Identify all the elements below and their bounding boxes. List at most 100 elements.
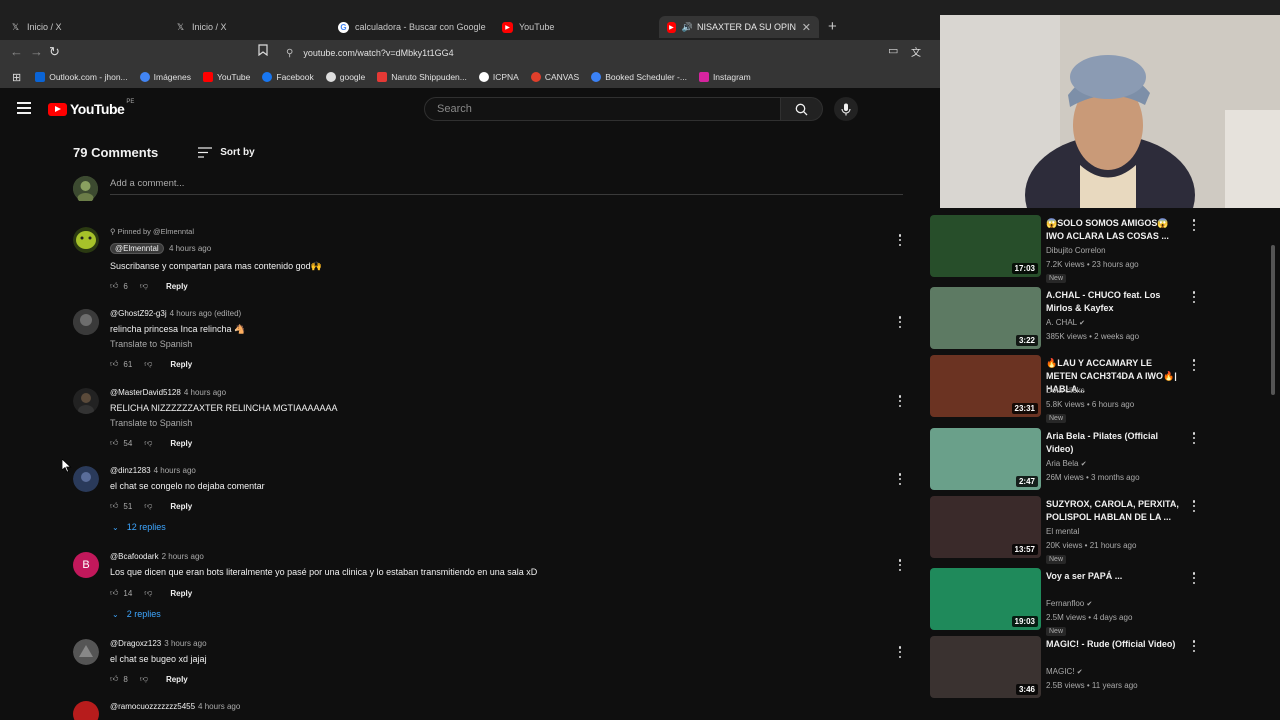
video-more-icon[interactable] <box>1192 219 1196 231</box>
translate-icon[interactable]: 文 <box>911 44 921 59</box>
video-channel[interactable]: A. CHAL ✔ <box>1046 318 1085 327</box>
search-button[interactable] <box>781 97 823 121</box>
tab-inicio-x-1[interactable]: 𝕏 Inicio / X <box>10 16 160 38</box>
comment-more-icon[interactable] <box>895 315 905 329</box>
video-channel[interactable]: Dota clicks <box>1046 386 1085 395</box>
tab-inicio-x-2[interactable]: 𝕏 Inicio / X <box>175 16 325 38</box>
video-channel[interactable]: El mental <box>1046 527 1079 536</box>
back-arrow-icon[interactable]: ← <box>10 44 23 59</box>
comment-more-icon[interactable] <box>895 233 905 247</box>
translate-link[interactable]: Translate to Spanish <box>110 339 192 349</box>
bookmark-google[interactable]: google <box>325 72 365 82</box>
video-channel[interactable]: Fernanfloo ✔ <box>1046 599 1092 608</box>
comment-author[interactable]: @Dragoxz123 <box>110 639 161 648</box>
reply-button[interactable]: Reply <box>166 282 188 291</box>
youtube-logo[interactable]: YouTube PE <box>48 99 134 117</box>
recommended-video[interactable]: 3:22 A.CHAL - CHUCO feat. Los Mirlos & Ka… <box>930 287 1275 351</box>
sort-by-button[interactable]: Sort by <box>198 147 255 158</box>
tab-youtube[interactable]: ▶ YouTube <box>502 16 652 38</box>
recommended-video[interactable]: 2:47 Aria Bela - Pilates (Official Video)… <box>930 428 1275 492</box>
like-icon[interactable]: 👍︎ <box>110 359 118 369</box>
comment-author[interactable]: @GhostZ92-g3j <box>110 309 167 318</box>
video-thumbnail[interactable]: 3:46 <box>930 636 1041 698</box>
video-more-icon[interactable] <box>1192 432 1196 444</box>
like-icon[interactable]: 👍︎ <box>110 588 118 598</box>
comment-author[interactable]: @dinz1283 <box>110 466 151 475</box>
close-tab-icon[interactable]: ✕ <box>802 21 811 34</box>
reply-button[interactable]: Reply <box>166 675 188 684</box>
tab-google-search[interactable]: Gcalculadora - Buscar con Google <box>338 16 488 38</box>
like-icon[interactable]: 👍︎ <box>110 438 118 448</box>
bookmark-booked[interactable]: Booked Scheduler -... <box>591 72 687 82</box>
avatar[interactable] <box>73 639 99 665</box>
video-channel[interactable]: MAGIC! ✔ <box>1046 667 1083 676</box>
tab-active-video[interactable]: ▶ 🔊 NISAXTER DA SU OPINIÓN S ✕ <box>659 16 819 38</box>
dislike-icon[interactable]: 👎︎ <box>144 438 152 448</box>
view-replies-button[interactable]: ⌄ 12 replies <box>110 522 166 532</box>
bookmark-youtube[interactable]: YouTube <box>202 72 250 82</box>
video-title[interactable]: 😱SOLO SOMOS AMIGOS😱 IWO ACLARA LAS COSAS… <box>1046 217 1186 243</box>
like-icon[interactable]: 👍︎ <box>110 501 118 511</box>
search-input[interactable]: Search <box>424 97 781 121</box>
recommended-video[interactable]: 13:57 SUZYROX, CAROLA, PERXITA, POLISPOL … <box>930 496 1275 564</box>
like-icon[interactable]: 👍︎ <box>110 674 118 684</box>
video-title[interactable]: A.CHAL - CHUCO feat. Los Mirlos & Kayfex <box>1046 289 1186 315</box>
view-replies-button[interactable]: ⌄ 2 replies <box>110 609 161 619</box>
comment-author[interactable]: @MasterDavid5128 <box>110 388 181 397</box>
reply-button[interactable]: Reply <box>170 360 192 369</box>
menu-icon[interactable] <box>17 102 31 117</box>
video-thumbnail[interactable]: 17:03 <box>930 215 1041 277</box>
bookmark-icpna[interactable]: ICPNA <box>478 72 519 82</box>
reload-icon[interactable]: ↻ <box>49 44 60 60</box>
scrollbar[interactable] <box>1271 245 1275 395</box>
like-icon[interactable]: 👍︎ <box>110 281 118 291</box>
comment-author[interactable]: @Elmenntal <box>110 243 164 254</box>
add-comment-input[interactable]: Add a comment... <box>110 178 184 189</box>
video-title[interactable]: Aria Bela - Pilates (Official Video) <box>1046 430 1186 456</box>
video-thumbnail[interactable]: 2:47 <box>930 428 1041 490</box>
video-thumbnail[interactable]: 23:31 <box>930 355 1041 417</box>
dislike-icon[interactable]: 👎︎ <box>140 281 148 291</box>
new-tab-button[interactable]: + <box>828 18 837 35</box>
avatar[interactable] <box>73 388 99 414</box>
video-title[interactable]: MAGIC! - Rude (Official Video) <box>1046 638 1186 651</box>
translate-link[interactable]: Translate to Spanish <box>110 418 192 428</box>
dislike-icon[interactable]: 👎︎ <box>144 501 152 511</box>
dislike-icon[interactable]: 👎︎ <box>144 359 152 369</box>
voice-search-button[interactable] <box>834 97 858 121</box>
video-more-icon[interactable] <box>1192 640 1196 652</box>
bookmark-outlook[interactable]: Outlook.com - jhon... <box>35 72 128 82</box>
comment-author[interactable]: @ramocuozzzzzzz5455 <box>110 702 195 711</box>
recommended-video[interactable]: 19:03 Voy a ser PAPÁ ... Fernanfloo ✔ 2.5M … <box>930 568 1275 636</box>
video-channel[interactable]: Aria Bela ✔ <box>1046 459 1087 468</box>
bookmark-imagenes[interactable]: Imágenes <box>139 72 191 82</box>
video-title[interactable]: SUZYROX, CAROLA, PERXITA, POLISPOL HABLA… <box>1046 498 1186 524</box>
video-thumbnail[interactable]: 19:03 <box>930 568 1041 630</box>
video-more-icon[interactable] <box>1192 359 1196 371</box>
comment-more-icon[interactable] <box>895 472 905 486</box>
avatar[interactable] <box>73 701 99 720</box>
url-field[interactable]: ⚲ youtube.com/watch?v=dMbky1t1GG4 <box>280 42 880 64</box>
bookmark-facebook[interactable]: Facebook <box>262 72 314 82</box>
avatar[interactable] <box>73 466 99 492</box>
bookmark-canvas[interactable]: CANVAS <box>530 72 579 82</box>
video-channel[interactable]: Dibujito Correlon <box>1046 246 1106 255</box>
comment-author[interactable]: @Bcafoodark <box>110 552 159 561</box>
apps-grid-icon[interactable]: ⊞ <box>12 71 21 84</box>
video-title[interactable]: Voy a ser PAPÁ ... <box>1046 570 1186 583</box>
recommended-video[interactable]: 23:31 🔥LAU Y ACCAMARY LE METEN CACH3T4DA … <box>930 355 1275 423</box>
video-more-icon[interactable] <box>1192 500 1196 512</box>
reply-button[interactable]: Reply <box>170 589 192 598</box>
avatar[interactable]: B <box>73 552 99 578</box>
dislike-icon[interactable]: 👎︎ <box>144 588 152 598</box>
comment-more-icon[interactable] <box>895 558 905 572</box>
video-more-icon[interactable] <box>1192 572 1196 584</box>
avatar[interactable] <box>73 309 99 335</box>
video-thumbnail[interactable]: 13:57 <box>930 496 1041 558</box>
dislike-icon[interactable]: 👎︎ <box>140 674 148 684</box>
comment-more-icon[interactable] <box>895 645 905 659</box>
reply-button[interactable]: Reply <box>170 439 192 448</box>
bookmark-icon[interactable] <box>258 44 268 59</box>
avatar[interactable] <box>73 227 99 253</box>
forward-arrow-icon[interactable]: → <box>30 44 43 59</box>
